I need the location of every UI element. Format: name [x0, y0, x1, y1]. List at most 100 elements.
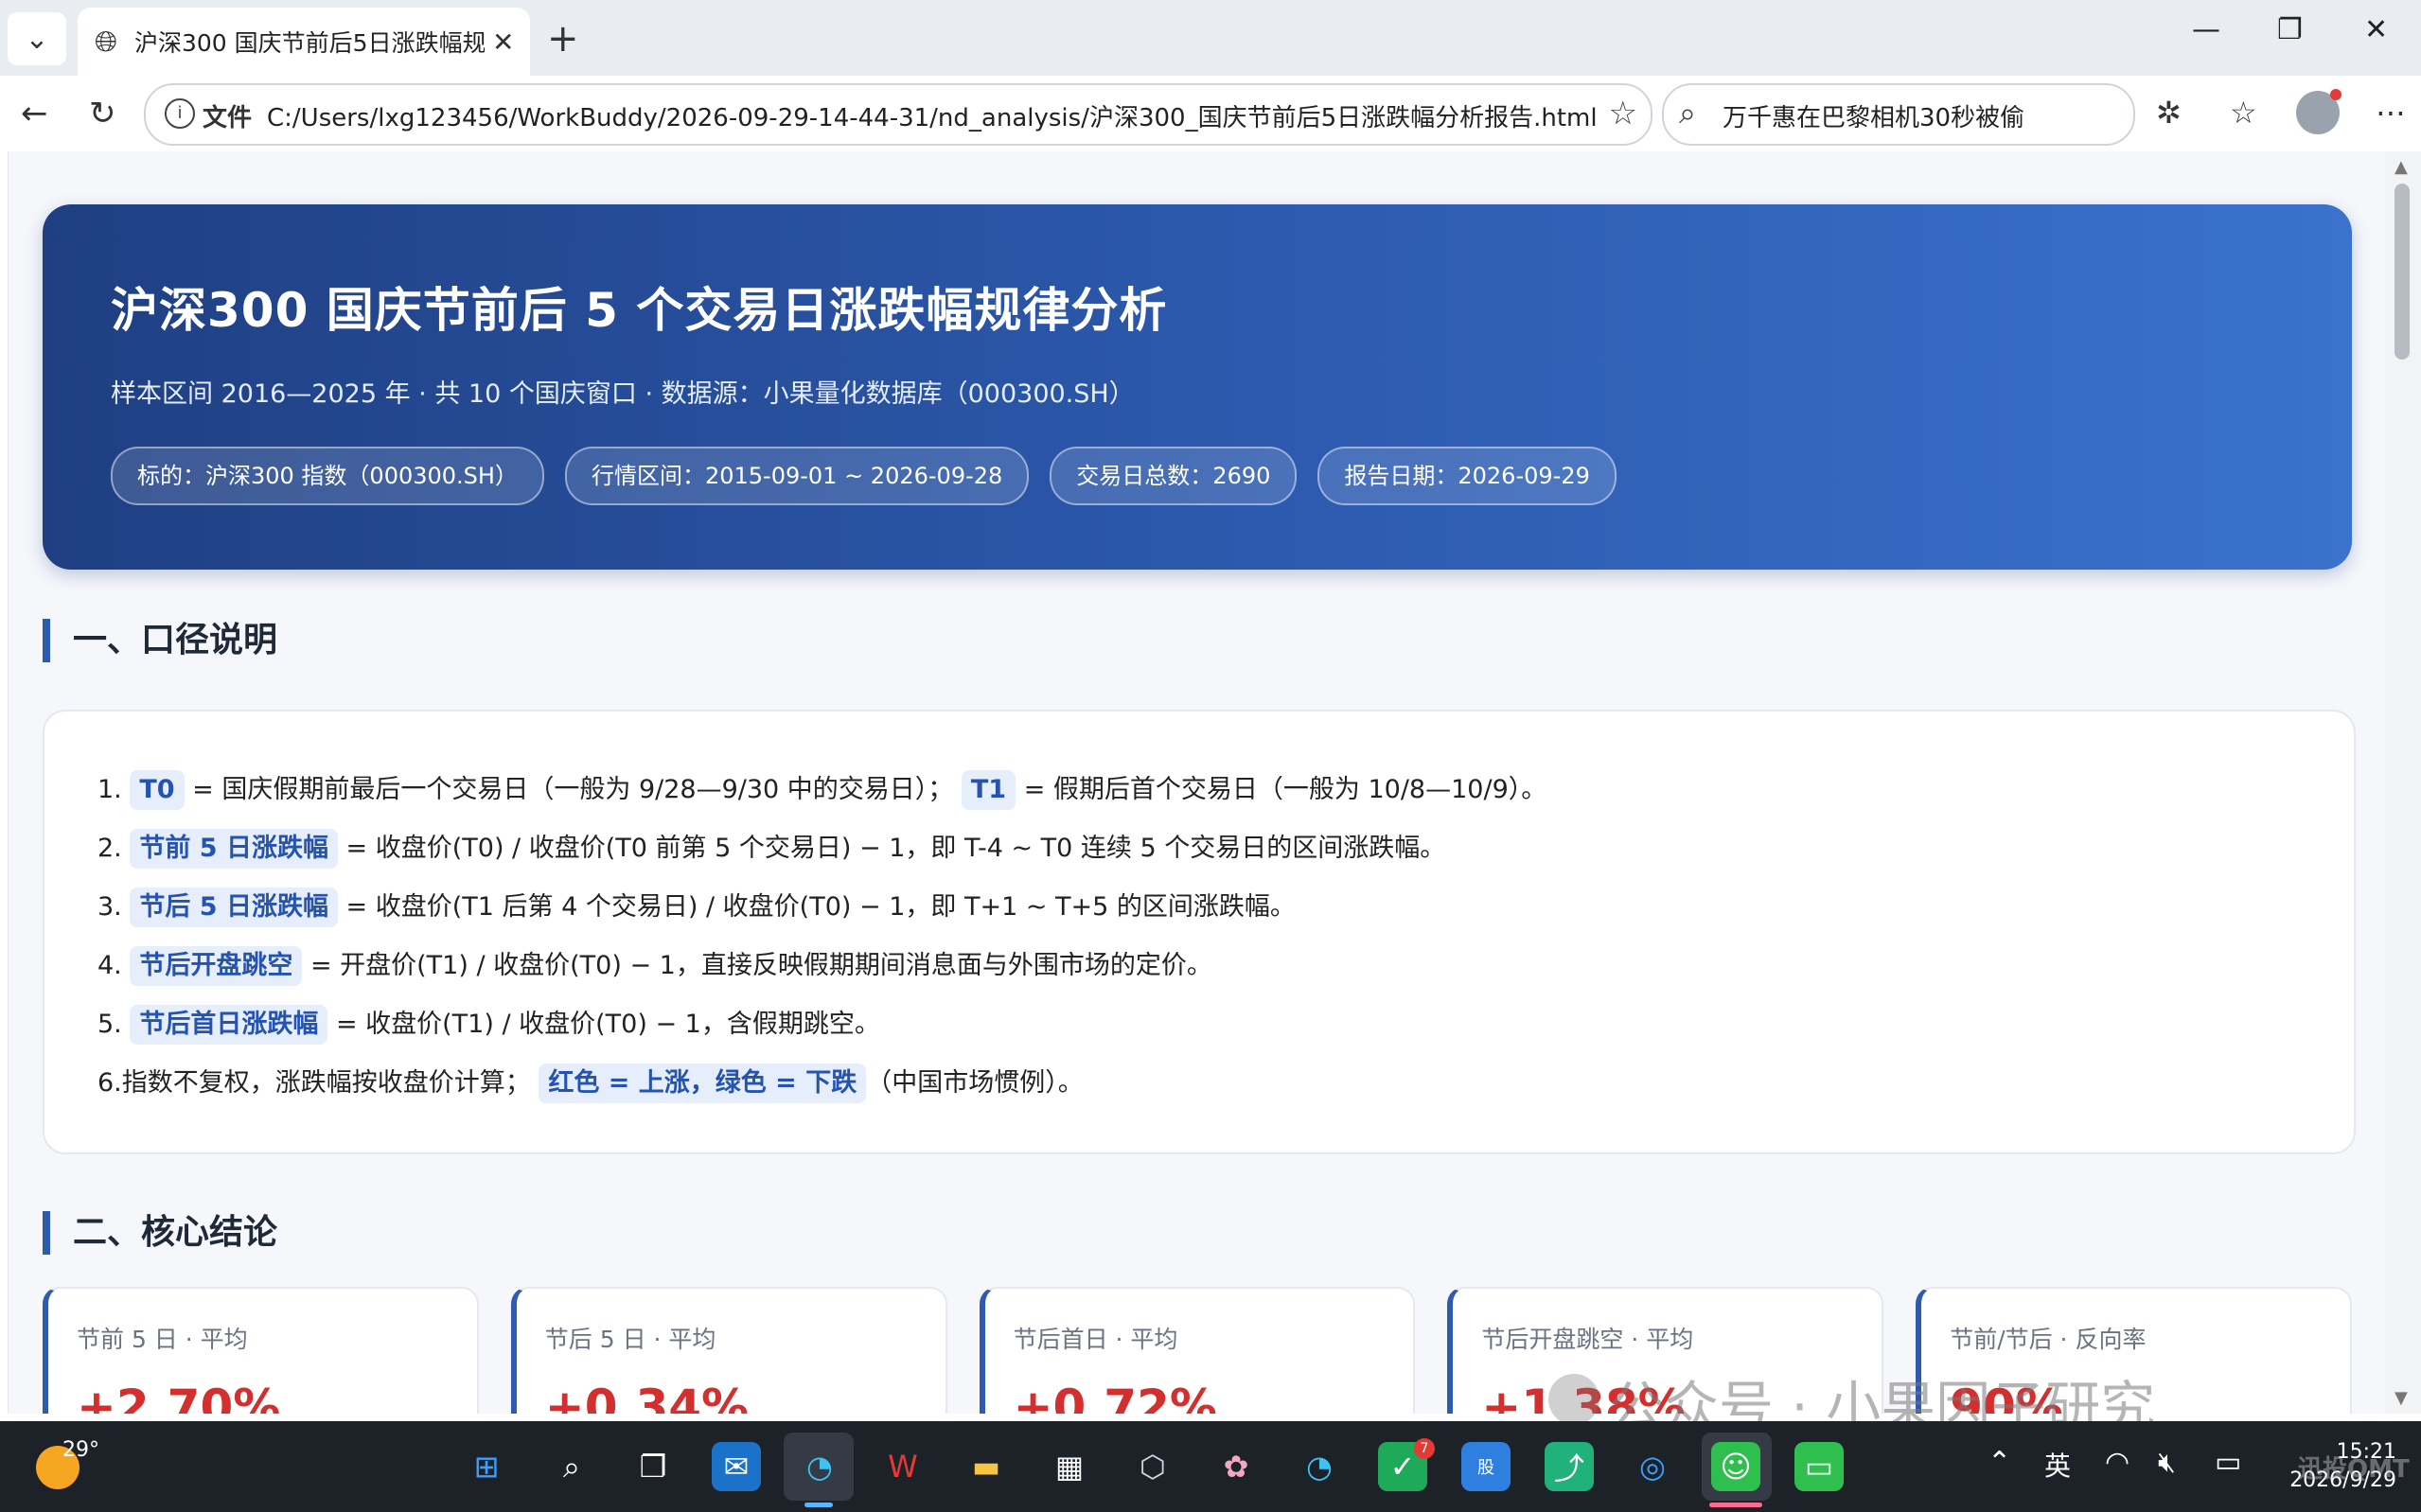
- wechat-icon[interactable]: ☺: [1711, 1442, 1760, 1491]
- list-item: 2. 节前 5 日涨跌幅 = 收盘价(T0) / 收盘价(T0 前第 5 个交易…: [97, 819, 1546, 878]
- address-bar[interactable]: i 文件 C:/Users/lxg123456/WorkBuddy/2026-0…: [144, 83, 1652, 146]
- list-item: 3. 节后 5 日涨跌幅 = 收盘价(T1 后第 4 个交易日) / 收盘价(T…: [97, 878, 1546, 937]
- weather-temperature: 29°: [62, 1438, 99, 1462]
- more-menu-icon[interactable]: ⋯: [2376, 95, 2406, 131]
- item-number: 1.: [97, 775, 122, 804]
- stat-label: 节前 5 日 · 平均: [77, 1326, 248, 1353]
- page-viewport: 沪深300 国庆节前后 5 个交易日涨跌幅规律分析 样本区间 2016—2025…: [8, 151, 2386, 1414]
- messages-app-icon[interactable]: ▭: [1794, 1442, 1844, 1491]
- task-view-icon[interactable]: ❐: [628, 1442, 678, 1491]
- browser-tab-active[interactable]: 🌐︎ 沪深300 国庆节前后5日涨跌幅规律 ✕: [78, 8, 530, 76]
- ime-indicator[interactable]: 英: [2044, 1446, 2071, 1484]
- list-item: 5. 节后首日涨跌幅 = 收盘价(T1) / 收盘价(T0) − 1，含假期跳空…: [97, 995, 1546, 1054]
- mute-icon[interactable]: 🔇︎: [2158, 1446, 2176, 1479]
- stat-card: 节后 5 日 · 平均 +0.34%: [510, 1287, 947, 1414]
- back-button[interactable]: ←: [21, 95, 48, 132]
- chart-app-icon[interactable]: ⤴: [1545, 1442, 1594, 1491]
- stat-label: 节后 5 日 · 平均: [544, 1326, 716, 1353]
- file-explorer-icon[interactable]: ▬: [962, 1442, 1011, 1491]
- tray-overflow-icon[interactable]: ⌃: [1988, 1446, 2011, 1479]
- item-text: = 国庆假期前最后一个交易日（一般为 9/28—9/30 中的交易日）；: [184, 775, 954, 804]
- search-text[interactable]: 万千惠在巴黎相机30秒被偷: [1723, 98, 2024, 133]
- favorite-star-icon[interactable]: ☆: [1609, 95, 1637, 132]
- address-scheme-label: 文件: [203, 104, 253, 132]
- chip-trading-days: 交易日总数：2690: [1050, 447, 1298, 505]
- minimize-button[interactable]: —: [2192, 13, 2220, 46]
- corner-watermark: 迅投QMT: [2298, 1455, 2410, 1484]
- list-item: 1. T0 = 国庆假期前最后一个交易日（一般为 9/28—9/30 中的交易日…: [97, 761, 1546, 819]
- app-cube-icon[interactable]: ⬡: [1128, 1442, 1177, 1491]
- trading-app-icon[interactable]: 股: [1461, 1442, 1511, 1491]
- term-tag: 节前 5 日涨跌幅: [130, 829, 338, 869]
- term-tag: 节后首日涨跌幅: [130, 1005, 328, 1045]
- app-badge: 7: [1414, 1438, 1435, 1459]
- new-tab-button[interactable]: +: [547, 17, 579, 61]
- list-item: 4. 节后开盘跳空 = 开盘价(T1) / 收盘价(T0) − 1，直接反映假期…: [97, 937, 1546, 995]
- refresh-button[interactable]: ↻: [89, 95, 116, 132]
- item-text: = 开盘价(T1) / 收盘价(T0) − 1，直接反映假期期间消息面与外围市场…: [302, 951, 1212, 980]
- item-number: 3.: [97, 892, 122, 922]
- term-tag: 节后 5 日涨跌幅: [130, 888, 338, 927]
- report-title: 沪深300 国庆节前后 5 个交易日涨跌幅规律分析: [111, 283, 1168, 338]
- item-number: 2.: [97, 834, 122, 863]
- chip-report-date: 报告日期：2026-09-29: [1317, 447, 1617, 505]
- stat-value: +0.34%: [544, 1380, 750, 1414]
- scrollbar-thumb[interactable]: [2394, 184, 2410, 360]
- paint-icon[interactable]: ✿: [1211, 1442, 1261, 1491]
- extensions-icon[interactable]: ✲: [2156, 95, 2182, 131]
- chat-ai-icon[interactable]: ◎: [1628, 1442, 1677, 1491]
- wps-icon[interactable]: W: [878, 1442, 928, 1491]
- profile-avatar[interactable]: [2296, 89, 2341, 134]
- stat-label: 节后开盘跳空 · 平均: [1481, 1326, 1694, 1353]
- page-scrollbar[interactable]: ▲ ▼: [2385, 151, 2421, 1414]
- item-text: （中国市场惯例）。: [866, 1068, 1084, 1098]
- definitions-list: 1. T0 = 国庆假期前最后一个交易日（一般为 9/28—9/30 中的交易日…: [97, 761, 1546, 1113]
- start-icon[interactable]: ⊞: [462, 1442, 511, 1491]
- scroll-up-icon[interactable]: ▲: [2394, 157, 2408, 177]
- item-text: = 收盘价(T0) / 收盘价(T0 前第 5 个交易日) − 1，即 T-4 …: [337, 834, 1446, 863]
- close-tab-icon[interactable]: ✕: [492, 26, 514, 58]
- search-icon[interactable]: ⌕: [547, 1442, 596, 1491]
- stat-label: 节前/节后 · 反向率: [1950, 1326, 2147, 1353]
- term-tag: 节后开盘跳空: [130, 946, 303, 986]
- term-tag: 红色 = 上涨，绿色 = 下跌: [539, 1064, 867, 1103]
- term-tag: T0: [130, 770, 185, 810]
- item-number: 5.: [97, 1010, 122, 1039]
- meta-chips: 标的：沪深300 指数（000300.SH） 行情区间：2015-09-01 ~…: [111, 447, 1617, 505]
- outlook-icon[interactable]: ✉: [712, 1442, 761, 1491]
- item-number: 6.: [97, 1068, 122, 1098]
- favorites-icon[interactable]: ☆: [2230, 95, 2257, 131]
- restore-button[interactable]: ❐: [2277, 13, 2303, 46]
- tab-bar: ⌄ 🌐︎ 沪深300 国庆节前后5日涨跌幅规律 ✕ + — ❐ ✕: [0, 0, 2421, 76]
- stat-card: 节后首日 · 平均 +0.72%: [979, 1287, 1416, 1414]
- item-text: = 收盘价(T1) / 收盘价(T0) − 1，含假期跳空。: [327, 1010, 880, 1039]
- address-url[interactable]: C:/Users/lxg123456/WorkBuddy/2026-09-29-…: [267, 98, 1598, 133]
- list-item: 6.指数不复权，涨跌幅按收盘价计算； 红色 = 上涨，绿色 = 下跌 （中国市场惯…: [97, 1054, 1546, 1113]
- tab-actions-menu-button[interactable]: ⌄: [8, 12, 66, 65]
- report-subtitle: 样本区间 2016—2025 年 · 共 10 个国庆窗口 · 数据源：小果量化…: [111, 379, 1135, 409]
- stat-card: 节前 5 日 · 平均 +2.70%: [43, 1287, 479, 1414]
- search-icon: ⌕: [1679, 95, 1696, 131]
- scroll-down-icon[interactable]: ▼: [2394, 1388, 2408, 1408]
- chip-target: 标的：沪深300 指数（000300.SH）: [111, 447, 544, 505]
- item-text: 指数不复权，涨跌幅按收盘价计算；: [121, 1068, 531, 1098]
- address-bar-row: ← ↻ i 文件 C:/Users/lxg123456/WorkBuddy/20…: [0, 76, 2421, 151]
- stat-value: +2.70%: [77, 1380, 281, 1414]
- section-title-definitions: 一、口径说明: [43, 619, 277, 662]
- globe-icon: 🌐︎: [95, 25, 117, 59]
- report-header: 沪深300 国庆节前后 5 个交易日涨跌幅规律分析 样本区间 2016—2025…: [43, 204, 2352, 570]
- store-icon[interactable]: ▦: [1045, 1442, 1094, 1491]
- close-window-button[interactable]: ✕: [2364, 13, 2388, 46]
- search-box[interactable]: ⌕ 万千惠在巴黎相机30秒被偷: [1662, 83, 2135, 146]
- taskbar: 29° ⊞ ⌕ ❐ ✉ ◔ W ▬ ▦ ⬡ ✿ ◔ ✓ 7 股 ⤴ ◎ ☺ ▭ …: [0, 1421, 2421, 1512]
- notification-dot: [2330, 89, 2341, 100]
- battery-icon[interactable]: ▭: [2215, 1446, 2241, 1479]
- edge-browser-icon[interactable]: ◔: [795, 1442, 844, 1491]
- item-text: = 收盘价(T1 后第 4 个交易日) / 收盘价(T0) − 1，即 T+1 …: [337, 892, 1296, 922]
- edge-ai-icon[interactable]: ◔: [1295, 1442, 1344, 1491]
- wifi-icon[interactable]: ◠: [2105, 1446, 2129, 1479]
- term-tag: T1: [961, 770, 1016, 810]
- active-indicator: [804, 1503, 833, 1507]
- info-icon[interactable]: i: [165, 98, 195, 129]
- item-number: 4.: [97, 951, 122, 980]
